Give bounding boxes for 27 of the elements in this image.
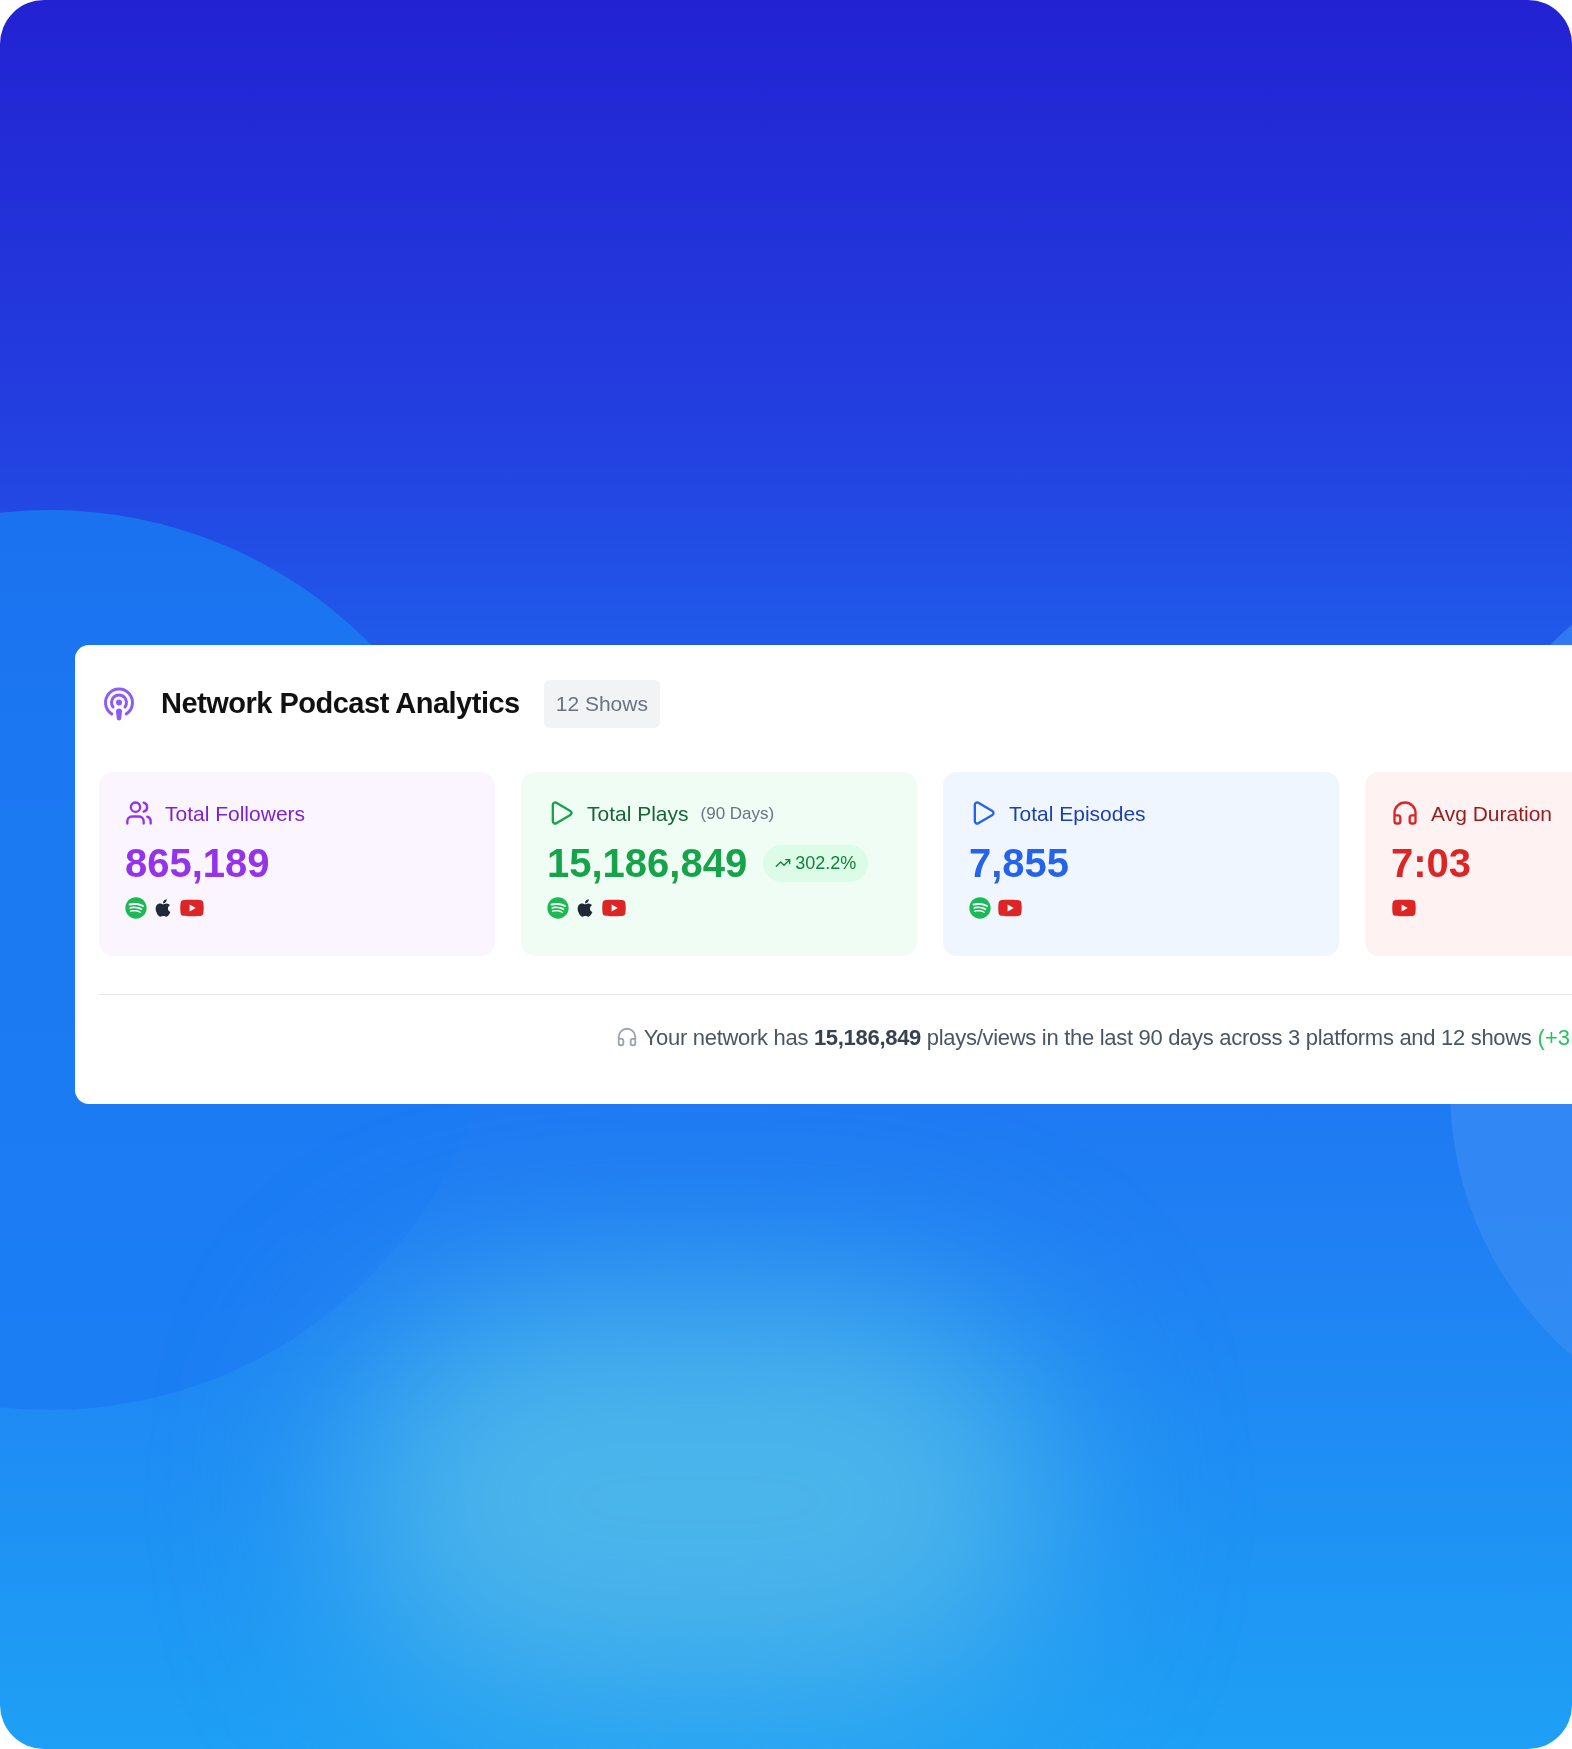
spotify-icon: [125, 897, 147, 919]
stat-value: 7:03: [1391, 840, 1472, 887]
shows-badge: 12 Shows: [543, 680, 660, 728]
apple-icon: [153, 898, 173, 918]
stat-value: 865,189: [125, 840, 270, 887]
stat-label: Total Plays: [587, 800, 689, 827]
youtube-icon: [179, 897, 205, 919]
headphones-icon: [1391, 799, 1419, 828]
stat-label: Total Episodes: [1009, 800, 1146, 827]
apple-icon: [575, 898, 595, 918]
stat-period: (90 Days): [700, 802, 775, 825]
users-icon: [125, 799, 153, 828]
stat-label: Avg Duration: [1431, 800, 1553, 827]
podcast-icon: [101, 685, 137, 722]
summary-text: Your network has 15,186,849 plays/views in the last 90 days across 3 platforms and 12 shows: [643, 1023, 1532, 1052]
youtube-icon: [601, 897, 627, 919]
spotify-icon: [969, 897, 991, 919]
stat-value: 15,186,849: [547, 840, 748, 887]
stat-value: 7,855: [969, 840, 1070, 887]
spotify-icon: [547, 897, 569, 919]
youtube-icon: [1391, 897, 1417, 919]
youtube-icon: [997, 897, 1023, 919]
stat-label: Total Followers: [165, 800, 306, 827]
summary-extra: (+3: [1537, 1023, 1570, 1052]
change-value: 302.2%: [795, 851, 857, 875]
card-title: Network Podcast Analytics: [161, 686, 520, 721]
headphones-icon: [615, 1026, 638, 1048]
